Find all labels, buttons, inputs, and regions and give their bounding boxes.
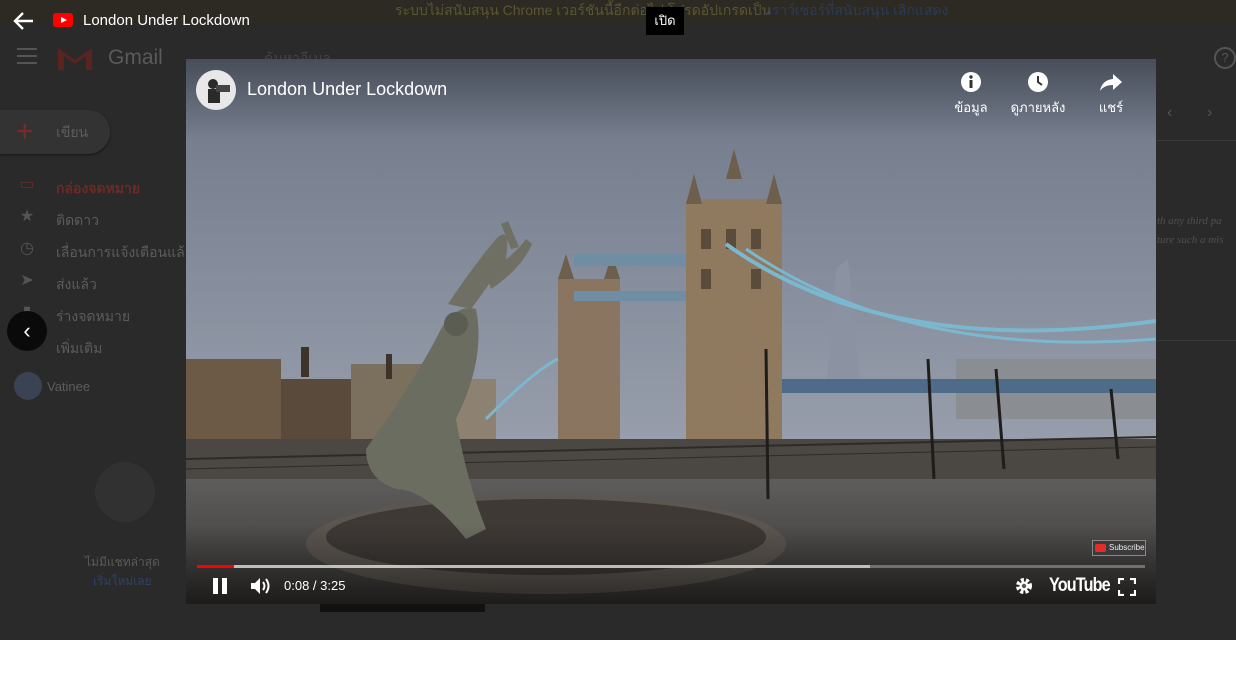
banner-text: ระบบไม่สนับสนุน Chrome เวอร์ชันนี้อีกต่อ… [395,2,772,18]
time-display: 0:08 / 3:25 [284,578,346,593]
progress-buffered [197,565,871,568]
sidebar-item-sent: ➤ ส่งแล้ว [0,268,186,296]
inbox-icon: ▭ [19,176,35,193]
volume-icon[interactable] [250,577,272,595]
newer-arrow-icon: › [1207,104,1213,121]
gmail-logo-icon [58,48,92,70]
divider [1157,340,1236,341]
progress-played [197,565,234,568]
user-name: Vatinee [47,379,91,394]
compose-label: เขียน [56,124,89,140]
watch-later-label: ดูภายหลัง [1010,100,1066,115]
compose-plus-icon: + [16,115,34,148]
previous-icon[interactable]: ‹ [7,311,47,351]
youtube-button[interactable]: YouTube [1049,575,1111,597]
banner-dismiss-link: เลิกแสดง [893,2,949,18]
sidebar-item-label: ส่งแล้ว [56,276,97,292]
settings-icon[interactable] [1015,577,1033,595]
clock-icon [1028,72,1048,92]
info-icon [961,72,981,92]
star-icon: ★ [19,208,35,225]
overlay-title: London Under Lockdown [83,12,250,29]
share-label: แชร์ [1098,100,1124,115]
gmail-logo-text: Gmail [108,46,163,69]
avatar [14,372,42,400]
clock-icon: ◷ [20,240,34,257]
sidebar-item-label: เพิ่มเติม [56,340,103,356]
video-player[interactable]: London Under Lockdown ข้อมูล ดูภายหลัง แ… [186,59,1156,604]
fullscreen-icon[interactable] [1118,578,1136,596]
sidebar-item-label: ร่างจดหมาย [56,308,131,324]
pause-icon [222,578,227,594]
pause-button[interactable] [212,578,228,594]
start-new-chat-link: เริ่มใหม่เลย [93,574,152,588]
youtube-logo-icon [1095,544,1106,552]
pause-icon [213,578,218,594]
email-body-text: ture such a mis [1157,234,1224,246]
back-arrow-icon[interactable] [12,10,36,32]
sidebar-item-label: เลื่อนการแจ้งเตือนแล้ว [56,244,193,260]
email-body-text: th any third pa [1157,215,1222,227]
open-button[interactable]: เปิด [646,7,684,35]
share-icon [1100,74,1122,91]
sidebar-item-label: กล่องจดหมาย [56,180,141,196]
send-icon: ➤ [20,272,34,289]
info-label: ข้อมูล [954,100,988,115]
video-frame-image [186,59,1156,604]
no-recent-chats-text: ไม่มีแชทล่าสุด [85,555,160,569]
sidebar-item-snoozed: ◷ เลื่อนการแจ้งเตือนแล้ว [0,236,193,264]
banner-browser-link: เบราว์เซอร์ที่สนับสนุน [758,2,890,18]
divider [1157,140,1236,141]
subscribe-watermark[interactable]: Subscribe [1092,540,1146,556]
youtube-logo-icon [53,13,73,27]
subscribe-label: Subscribe [1109,543,1145,552]
main-menu-icon [17,48,37,66]
sidebar-item-label: ติดดาว [56,212,99,228]
watch-later-button[interactable]: ดูภายหลัง [1006,71,1070,118]
sidebar-item-starred: ★ ติดดาว [0,204,186,232]
progress-bar[interactable] [197,565,1145,568]
help-icon: ? [1214,47,1236,69]
share-button[interactable]: แชร์ [1094,71,1128,118]
attachment-strip [320,603,485,612]
info-button[interactable]: ข้อมูล [951,71,991,118]
video-title[interactable]: London Under Lockdown [247,79,447,100]
channel-avatar[interactable] [196,70,236,110]
hangouts-placeholder-avatar [95,462,155,522]
sidebar-item-inbox: ▭ กล่องจดหมาย [0,172,186,200]
compose-button: + เขียน [0,110,110,154]
older-arrow-icon: ‹ [1167,104,1173,121]
